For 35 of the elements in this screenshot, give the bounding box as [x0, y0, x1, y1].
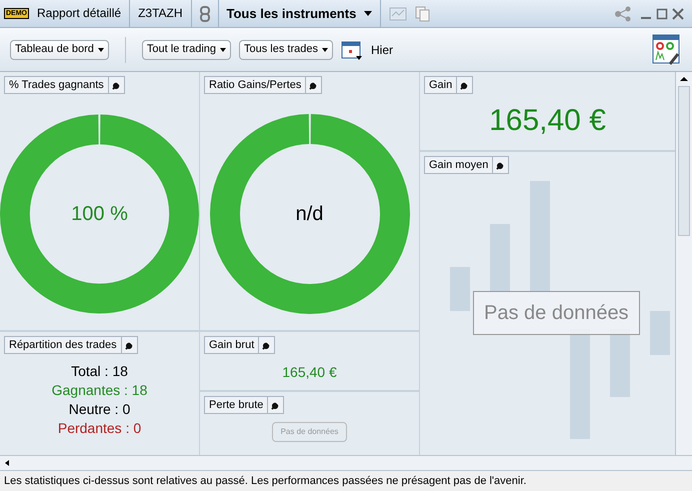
- panel-title: Répartition des trades: [8, 338, 118, 353]
- instrument-dropdown[interactable]: Tous les instruments: [218, 0, 382, 27]
- gross-gain-value: 165,40 €: [282, 363, 337, 382]
- calendar-icon[interactable]: [341, 38, 363, 60]
- caret-icon: [364, 11, 372, 16]
- account-label: Z3TAZH: [130, 0, 192, 27]
- panel-title: Perte brute: [208, 398, 264, 413]
- panel-title: Gain brut: [208, 338, 256, 353]
- distribution-row: Gagnantes : 18: [52, 381, 148, 400]
- horizontal-scrollbar[interactable]: [0, 455, 692, 471]
- maximize-icon[interactable]: [656, 8, 668, 20]
- date-label: Hier: [371, 42, 394, 58]
- vertical-scrollbar[interactable]: [675, 72, 692, 455]
- caret-icon: [220, 48, 226, 52]
- report-label: Rapport détaillé: [33, 0, 130, 27]
- disclaimer-text: Les statistiques ci-dessus sont relatives au passé. Les performances passées ne présagent pas de l'avenir.: [4, 474, 526, 489]
- distribution-row: Total : 18: [71, 362, 128, 381]
- panel-title: Gain moyen: [428, 158, 490, 173]
- panel-title: % Trades gagnants: [8, 78, 105, 93]
- empty-notice: Pas de données: [272, 422, 348, 442]
- dashboard-settings-icon[interactable]: [652, 34, 682, 66]
- donut-value: n/d: [296, 202, 324, 227]
- donut-value: 100 %: [71, 202, 128, 227]
- gain-value: 165,40 €: [489, 103, 606, 139]
- dropdown[interactable]: Tableau de bord: [10, 40, 109, 60]
- panel-title: Ratio Gains/Pertes: [208, 78, 302, 93]
- caret-icon: [322, 48, 328, 52]
- distribution-row: Neutre : 0: [68, 400, 130, 419]
- close-icon[interactable]: [672, 8, 684, 20]
- distribution-row: Perdantes : 0: [58, 419, 142, 438]
- dropdown[interactable]: Tous les trades: [239, 40, 333, 60]
- caret-icon: [98, 48, 104, 52]
- empty-notice: Pas de données: [473, 291, 640, 335]
- panel-title: Gain: [428, 78, 454, 93]
- dropdown[interactable]: Tout le trading: [142, 40, 232, 60]
